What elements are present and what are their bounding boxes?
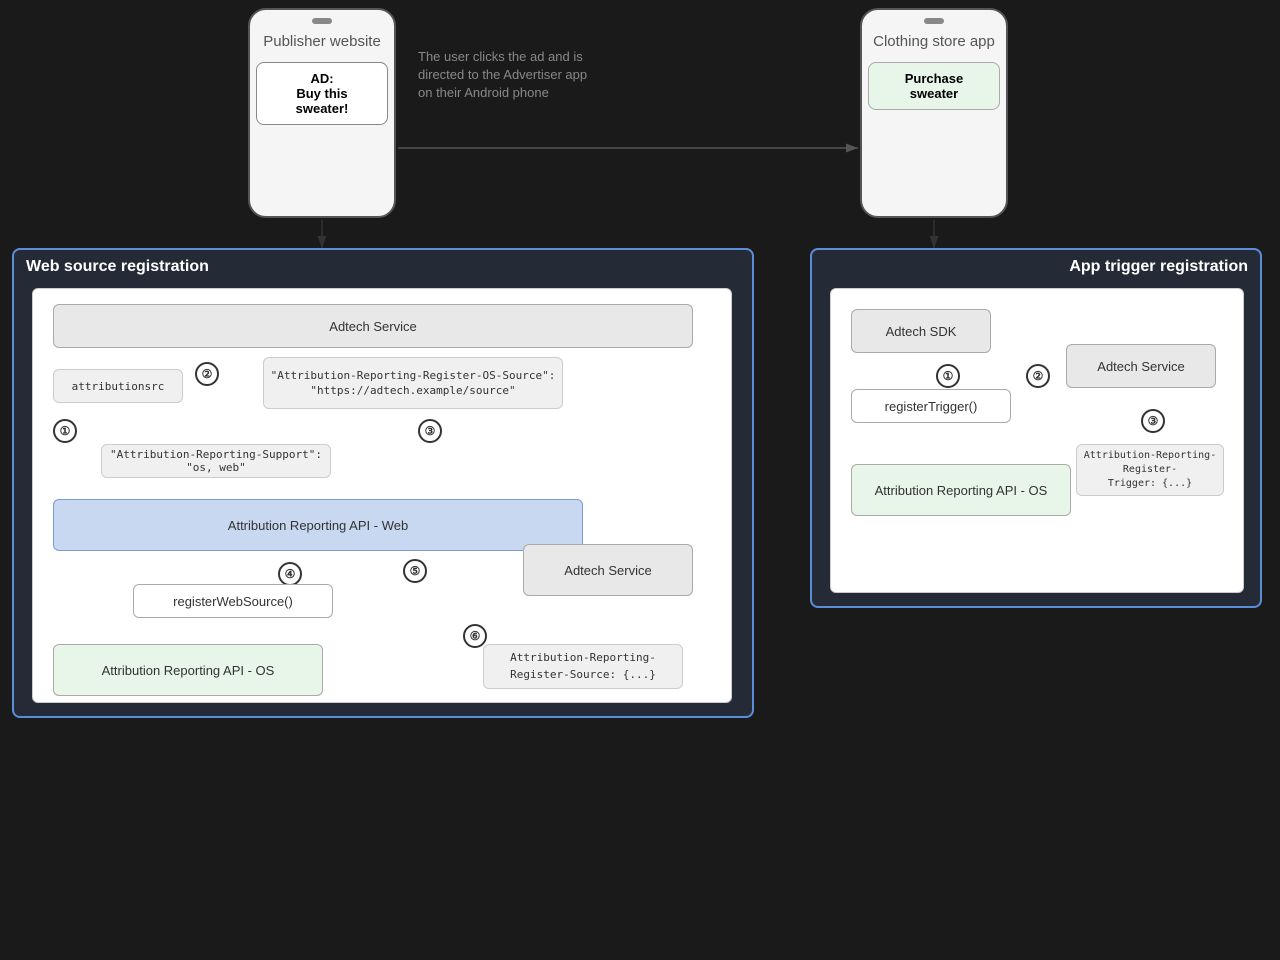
step-circle-1-right: ① — [936, 364, 960, 388]
phone-notch-2 — [924, 18, 944, 24]
adtech-service-right: Adtech Service — [1066, 344, 1216, 388]
attribution-api-web: Attribution Reporting API - Web — [53, 499, 583, 551]
phone-notch — [312, 18, 332, 24]
app-trigger-section: App trigger registration Adtech SDK ① re… — [810, 248, 1262, 608]
register-trigger: registerTrigger() — [851, 389, 1011, 423]
ad-text: Buy this sweater! — [296, 86, 349, 116]
support-header-box: "Attribution-Reporting-Support": "os, we… — [101, 444, 331, 478]
step-circle-3-right: ③ — [1141, 409, 1165, 433]
ad-label: AD: — [310, 71, 333, 86]
attribution-api-os-right: Attribution Reporting API - OS — [851, 464, 1071, 516]
publisher-phone-title: Publisher website — [253, 28, 391, 56]
step-circle-1-left: ① — [53, 419, 77, 443]
step-circle-4-left: ④ — [278, 562, 302, 586]
app-trigger-title: App trigger registration — [1069, 258, 1248, 276]
header-response-box: "Attribution-Reporting-Register-OS-Sourc… — [263, 357, 563, 409]
clothing-phone-title: Clothing store app — [863, 28, 1005, 56]
purchase-button: Purchase sweater — [868, 62, 1000, 110]
step-circle-5-left: ⑤ — [403, 559, 427, 583]
step-circle-2-left: ② — [195, 362, 219, 386]
register-web-source: registerWebSource() — [133, 584, 333, 618]
web-source-inner: Adtech Service attributionsrc "Attributi… — [32, 288, 732, 703]
step-circle-3-left: ③ — [418, 419, 442, 443]
publisher-phone: Publisher website AD: Buy this sweater! — [248, 8, 396, 218]
attribution-api-os-left: Attribution Reporting API - OS — [53, 644, 323, 696]
adtech-service-bottom: Adtech Service — [523, 544, 693, 596]
app-trigger-inner: Adtech SDK ① registerTrigger() ② Adtech … — [830, 288, 1244, 593]
clothing-phone: Clothing store app Purchase sweater — [860, 8, 1008, 218]
step-circle-6-left: ⑥ — [463, 624, 487, 648]
attr-register-trigger: Attribution-Reporting-Register- Trigger:… — [1076, 444, 1224, 496]
attr-register-source: Attribution-Reporting- Register-Source: … — [483, 644, 683, 689]
publisher-ad-box: AD: Buy this sweater! — [256, 62, 388, 125]
step-circle-2-right: ② — [1026, 364, 1050, 388]
web-source-title: Web source registration — [26, 258, 209, 276]
adtech-service-top: Adtech Service — [53, 304, 693, 348]
diagram-area: Publisher website AD: Buy this sweater! … — [0, 0, 1280, 960]
attribution-src-box: attributionsrc — [53, 369, 183, 403]
adtech-sdk: Adtech SDK — [851, 309, 991, 353]
web-source-section: Web source registration Adtech Service a… — [12, 248, 754, 718]
description-text: The user clicks the ad and is directed t… — [418, 48, 598, 103]
